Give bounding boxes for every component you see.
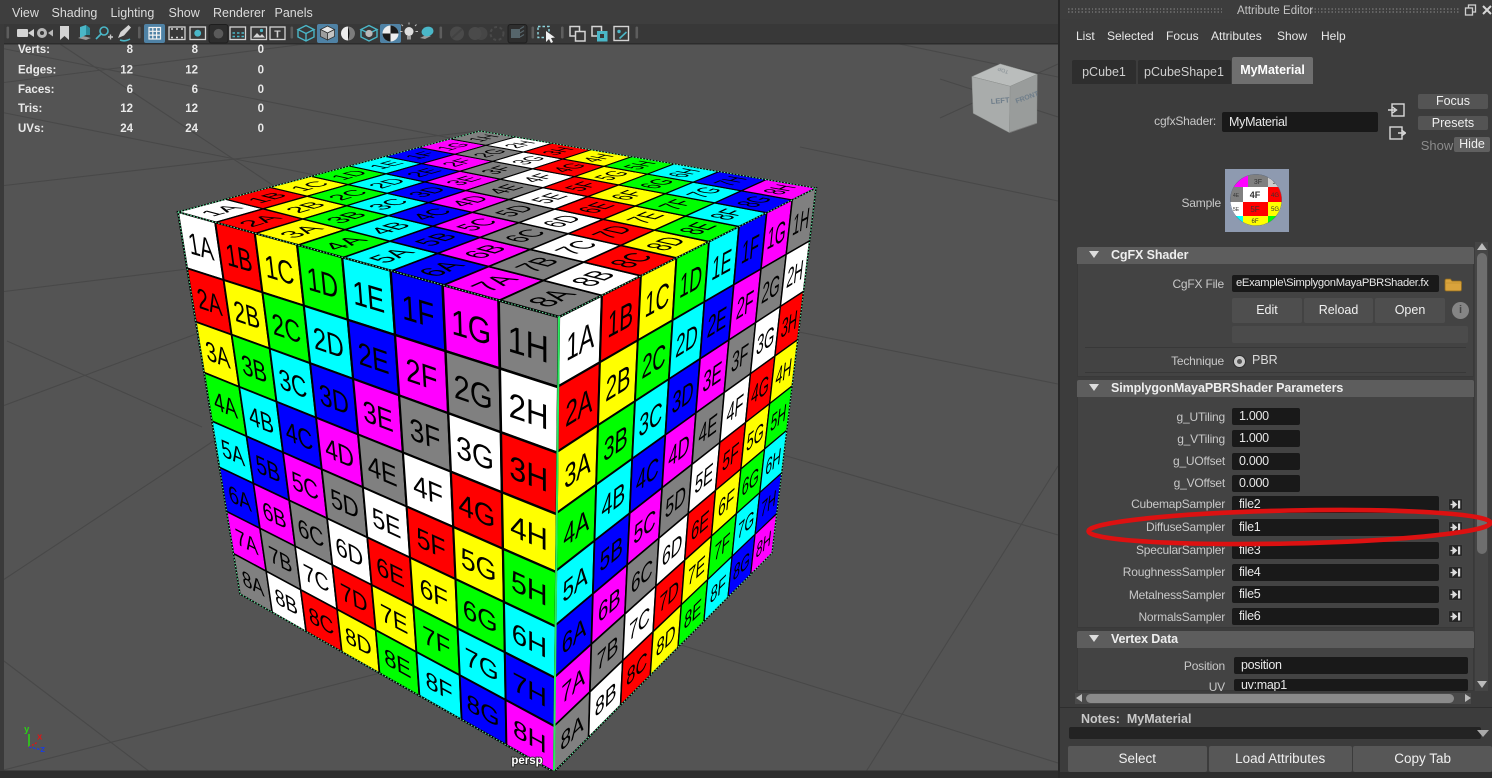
- svg-text:y: y: [24, 725, 30, 735]
- svg-text:0: 0: [258, 44, 264, 56]
- svg-text:8: 8: [192, 44, 199, 56]
- svg-text:6F: 6F: [1251, 219, 1258, 225]
- svg-text:24: 24: [185, 123, 198, 135]
- svg-text:Renderer: Renderer: [213, 6, 265, 20]
- svg-text:persp: persp: [511, 755, 542, 767]
- svg-text:4G: 4G: [1271, 193, 1279, 199]
- svg-text:4F: 4F: [1250, 190, 1261, 200]
- svg-text:0: 0: [258, 84, 264, 96]
- svg-text:12: 12: [120, 64, 133, 76]
- svg-text:5G: 5G: [1271, 207, 1279, 213]
- svg-text:6: 6: [127, 84, 133, 96]
- svg-text:Panels: Panels: [275, 6, 313, 20]
- svg-text:z: z: [40, 745, 45, 755]
- svg-text:UVs:: UVs:: [18, 123, 44, 135]
- svg-text:4E: 4E: [1233, 193, 1240, 199]
- svg-text:0: 0: [258, 64, 264, 76]
- svg-text:x: x: [37, 733, 43, 743]
- svg-text:12: 12: [185, 103, 198, 115]
- svg-text:5F: 5F: [1250, 205, 1259, 214]
- svg-text:Tris:: Tris:: [18, 103, 42, 115]
- svg-text:Edges:: Edges:: [18, 64, 56, 76]
- svg-text:T: T: [274, 28, 281, 40]
- svg-text:LEFT: LEFT: [990, 95, 1010, 106]
- svg-text:3F: 3F: [1254, 179, 1262, 186]
- svg-text:Show: Show: [169, 6, 201, 20]
- svg-text:6: 6: [192, 84, 198, 96]
- svg-text:24: 24: [120, 123, 133, 135]
- svg-text:Faces:: Faces:: [18, 84, 54, 96]
- svg-text:5E: 5E: [1233, 207, 1240, 213]
- svg-text:0: 0: [258, 123, 264, 135]
- svg-text:Lighting: Lighting: [111, 6, 155, 20]
- svg-text:Shading: Shading: [52, 6, 98, 20]
- svg-text:View: View: [12, 6, 40, 20]
- svg-text:12: 12: [120, 103, 133, 115]
- svg-text:8: 8: [127, 44, 134, 56]
- svg-text:Verts:: Verts:: [18, 44, 50, 56]
- svg-text:0: 0: [258, 103, 264, 115]
- svg-text:12: 12: [185, 64, 198, 76]
